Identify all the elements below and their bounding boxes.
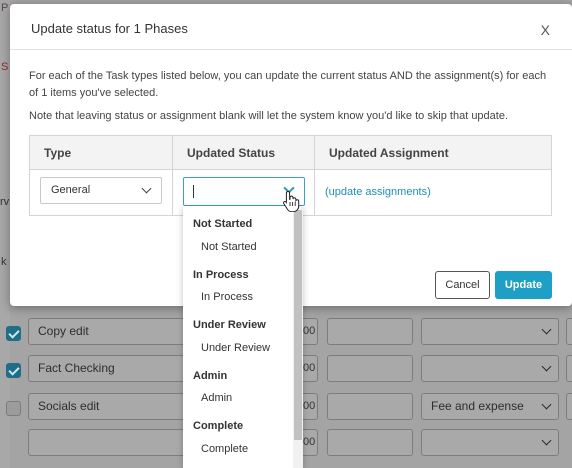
dropdown-scrollbar-thumb[interactable] (294, 210, 302, 440)
option-not-started[interactable]: Not Started (201, 241, 257, 253)
cancel-button[interactable]: Cancel (435, 271, 490, 299)
bg-row-assignment[interactable] (421, 355, 559, 382)
bg-row-assignment[interactable]: Fee and expense (421, 393, 559, 420)
bg-row-number: 00 (303, 400, 316, 412)
option-group-under-review: Under Review (193, 319, 266, 331)
bg-row-field[interactable] (327, 429, 413, 456)
bg-row-number: 00 (303, 325, 316, 337)
close-icon[interactable]: X (541, 22, 550, 38)
update-assignments-link[interactable]: (update assignments) (325, 186, 431, 198)
column-header-status: Updated Status (187, 146, 276, 160)
option-admin[interactable]: Admin (201, 392, 232, 404)
dropdown-scrollbar[interactable] (293, 206, 303, 468)
option-group-admin: Admin (193, 370, 228, 382)
note-text: Note that leaving status or assignment b… (29, 110, 509, 122)
bg-row-extra (566, 318, 572, 345)
intro-text: For each of the Task types listed below,… (29, 70, 547, 99)
bg-fragment-s: S (1, 61, 9, 73)
bg-row-field[interactable] (327, 393, 413, 420)
option-group-in-process: In Process (193, 269, 249, 281)
grid-header: Type Updated Status Updated Assignment (30, 136, 551, 170)
bg-row-field[interactable] (327, 355, 413, 382)
text-caret (193, 185, 194, 198)
bg-fragment-tab: P (1, 2, 9, 14)
type-select-value: General (51, 184, 91, 196)
option-group-not-started: Not Started (193, 218, 253, 230)
option-in-process[interactable]: In Process (201, 291, 253, 303)
bg-row-extra (566, 355, 572, 382)
chevron-down-icon (541, 435, 552, 446)
bg-row-checkbox[interactable] (6, 326, 21, 341)
bg-row-number: 00 (303, 362, 316, 374)
bg-fragment-k: k (1, 256, 7, 268)
chevron-down-icon (141, 183, 152, 194)
bg-row-checkbox[interactable] (6, 363, 21, 378)
type-select[interactable]: General (40, 177, 162, 204)
bg-row-extra (566, 393, 572, 420)
column-header-assignment: Updated Assignment (329, 146, 449, 160)
update-button[interactable]: Update (495, 271, 552, 299)
hand-cursor-icon (283, 190, 300, 212)
option-complete[interactable]: Complete (201, 443, 248, 455)
option-under-review[interactable]: Under Review (201, 342, 270, 354)
chevron-down-icon (541, 399, 552, 410)
bg-row-field[interactable] (327, 318, 413, 345)
status-dropdown-list: Not Started Not Started In Process In Pr… (183, 206, 303, 468)
chevron-down-icon (541, 324, 552, 335)
bg-row-assignment[interactable] (421, 429, 559, 456)
bg-row-number: 00 (303, 436, 316, 448)
modal-title: Update status for 1 Phases (31, 21, 188, 36)
chevron-down-icon (541, 361, 552, 372)
bg-fragment-rv: rv (0, 196, 10, 208)
option-group-complete: Complete (193, 420, 244, 432)
bg-row-checkbox[interactable] (6, 401, 21, 416)
modal-header: Update status for 1 Phases X (10, 4, 572, 50)
bg-row-assignment[interactable] (421, 318, 559, 345)
column-header-type: Type (44, 146, 72, 160)
